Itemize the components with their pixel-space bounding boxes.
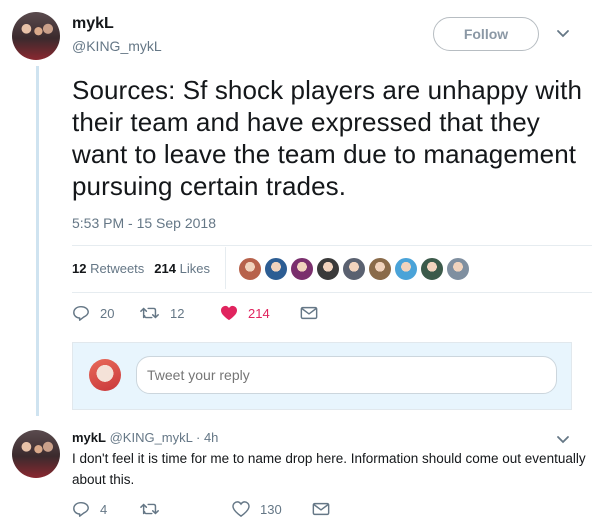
retweets-label: Retweets [90, 261, 145, 276]
reply-icon [73, 305, 89, 321]
like-action[interactable]: 214 [220, 305, 300, 321]
like-action[interactable]: 130 [232, 501, 312, 517]
chevron-down-icon[interactable] [556, 26, 570, 44]
reply-author-name[interactable]: mykL [72, 430, 106, 445]
liker-avatar[interactable] [342, 257, 366, 281]
current-user-avatar [89, 359, 121, 391]
reply-author-handle[interactable]: @KING_mykL [110, 430, 193, 445]
heart-icon [232, 501, 250, 517]
liker-avatar[interactable] [420, 257, 444, 281]
reply-author-avatar[interactable] [12, 430, 60, 478]
reply-actions: 4 130 [72, 500, 330, 518]
liker-avatar[interactable] [368, 257, 392, 281]
reply-input[interactable] [136, 356, 557, 394]
divider [72, 245, 592, 246]
reply-count: 20 [100, 305, 115, 321]
retweet-action[interactable] [140, 501, 232, 517]
retweets-count: 12 [72, 261, 87, 276]
envelope-icon [300, 306, 318, 320]
stats-separator [225, 247, 226, 289]
liker-avatar[interactable] [446, 257, 470, 281]
likes-label: Likes [179, 261, 210, 276]
retweet-action[interactable]: 12 [140, 305, 220, 321]
reply-text: I don't feel it is time for me to name d… [72, 451, 586, 487]
author-name[interactable]: mykL [72, 15, 114, 33]
reply-reply-count: 4 [100, 501, 108, 517]
retweet-icon [140, 307, 159, 319]
tweet-text: Sources: Sf shock players are unhappy wi… [72, 75, 583, 201]
retweet-count: 12 [170, 305, 185, 321]
reply-action[interactable]: 4 [72, 500, 140, 518]
liker-avatar[interactable] [394, 257, 418, 281]
thread-line [36, 66, 39, 416]
liker-avatar[interactable] [290, 257, 314, 281]
likers-avatars [238, 257, 470, 281]
direct-message-action[interactable] [300, 306, 318, 320]
liker-avatar[interactable] [316, 257, 340, 281]
follow-button[interactable]: Follow [433, 17, 539, 51]
reply-like-count: 130 [260, 501, 282, 517]
heart-filled-icon [221, 305, 237, 321]
likes-count: 214 [154, 261, 176, 276]
likes-stat[interactable]: 214 Likes [154, 261, 210, 276]
envelope-icon [312, 502, 330, 516]
like-count: 214 [248, 305, 270, 321]
liker-avatar[interactable] [238, 257, 262, 281]
retweet-icon [140, 503, 159, 515]
tweet-stats: 12 Retweets 214 Likes [72, 261, 210, 276]
reply-header: mykL @KING_mykL · 4h [72, 430, 218, 445]
direct-message-action[interactable] [312, 502, 330, 516]
author-avatar[interactable] [12, 12, 60, 60]
retweets-stat[interactable]: 12 Retweets [72, 261, 144, 276]
reply-action[interactable]: 20 [72, 304, 140, 322]
reply-composer [72, 342, 572, 410]
reply-icon [73, 501, 89, 517]
divider [72, 292, 592, 293]
author-handle[interactable]: @KING_mykL [72, 38, 162, 54]
tweet-timestamp[interactable]: 5:53 PM - 15 Sep 2018 [72, 215, 216, 231]
liker-avatar[interactable] [264, 257, 288, 281]
tweet-actions: 20 12 214 [72, 304, 318, 322]
reply-time[interactable]: · 4h [196, 430, 218, 445]
